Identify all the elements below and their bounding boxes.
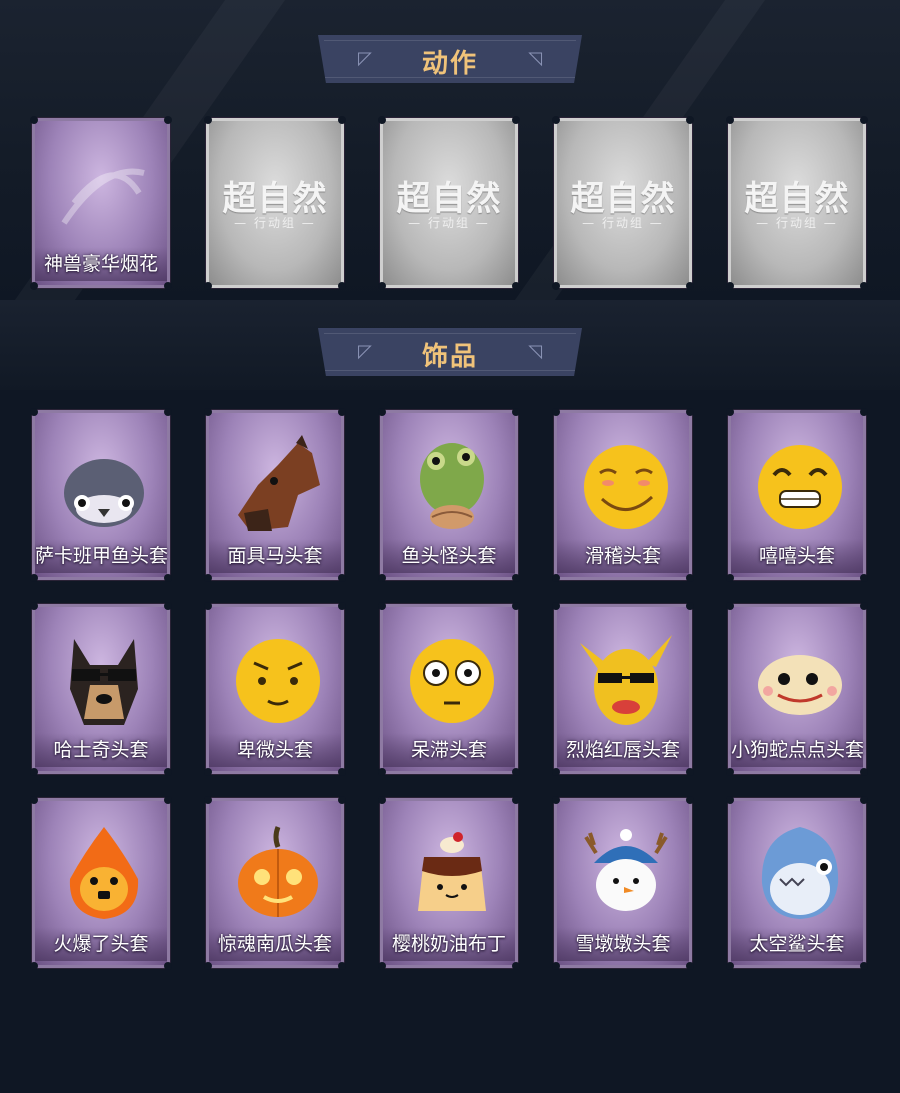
locked-subtitle: — 行动组 — bbox=[582, 216, 664, 230]
card-label: 火爆了头套 bbox=[35, 927, 167, 961]
pumpkin-head-icon bbox=[238, 826, 318, 917]
card-label: 哈士奇头套 bbox=[35, 733, 167, 767]
snake-head-icon bbox=[758, 655, 842, 715]
card-label: 烈焰红唇头套 bbox=[557, 733, 689, 767]
banner-ornament-icon: ◸ bbox=[358, 341, 372, 362]
dog-head-icon bbox=[70, 639, 138, 725]
section-banner-actions: ◸ 动作 ◹ bbox=[318, 35, 582, 83]
fire-spirit-icon bbox=[69, 827, 139, 919]
accessory-card[interactable]: 火爆了头套 bbox=[30, 796, 172, 970]
stare-face-icon bbox=[410, 639, 494, 723]
card-label: 神兽豪华烟花 bbox=[35, 247, 167, 281]
locked-logo: 超自然 bbox=[570, 179, 676, 219]
action-card[interactable]: 神兽豪华烟花 bbox=[30, 116, 172, 290]
accessory-card[interactable]: 鱼头怪头套 bbox=[378, 408, 520, 582]
locked-card[interactable]: 超自然 — 行动组 — bbox=[726, 116, 868, 290]
banner-ornament-icon: ◹ bbox=[528, 341, 542, 362]
card-label: 卑微头套 bbox=[209, 733, 341, 767]
pudding-head-icon bbox=[418, 832, 486, 911]
card-label: 嘻嘻头套 bbox=[731, 539, 863, 573]
locked-logo: 超自然 bbox=[396, 179, 502, 219]
accessory-card[interactable]: 惊魂南瓜头套 bbox=[204, 796, 346, 970]
locked-subtitle: — 行动组 — bbox=[408, 216, 490, 230]
accessory-card[interactable]: 小狗蛇点点头套 bbox=[726, 602, 868, 776]
accessory-card[interactable]: 雪墩墩头套 bbox=[552, 796, 694, 970]
accessory-card[interactable]: 樱桃奶油布丁 bbox=[378, 796, 520, 970]
fish-monster-icon bbox=[420, 443, 484, 529]
card-label: 雪墩墩头套 bbox=[557, 927, 689, 961]
banner-ornament-icon: ◸ bbox=[358, 48, 372, 69]
card-label: 樱桃奶油布丁 bbox=[383, 927, 515, 961]
card-label: 面具马头套 bbox=[209, 539, 341, 573]
card-label: 惊魂南瓜头套 bbox=[209, 927, 341, 961]
fish-head-icon bbox=[64, 459, 144, 527]
accessory-card[interactable]: 嘻嘻头套 bbox=[726, 408, 868, 582]
accessory-card[interactable]: 呆滞头套 bbox=[378, 602, 520, 776]
card-label: 萨卡班甲鱼头套 bbox=[35, 539, 168, 573]
snowman-head-icon bbox=[584, 829, 668, 911]
accessory-card[interactable]: 烈焰红唇头套 bbox=[552, 602, 694, 776]
smirk-face-icon bbox=[584, 445, 668, 529]
firework-card-icon bbox=[61, 168, 145, 225]
pikachu-head-icon bbox=[580, 635, 672, 725]
card-label: 呆滞头套 bbox=[383, 733, 515, 767]
accessory-card[interactable]: 哈士奇头套 bbox=[30, 602, 172, 776]
accessory-card[interactable]: 卑微头套 bbox=[204, 602, 346, 776]
accessory-card[interactable]: 萨卡班甲鱼头套 bbox=[30, 408, 172, 582]
banner-ornament-icon: ◹ bbox=[528, 48, 542, 69]
accessory-card[interactable]: 太空鲨头套 bbox=[726, 796, 868, 970]
locked-card[interactable]: 超自然 — 行动组 — bbox=[552, 116, 694, 290]
locked-subtitle: — 行动组 — bbox=[756, 216, 838, 230]
accessory-card[interactable]: 滑稽头套 bbox=[552, 408, 694, 582]
accessory-card[interactable]: 面具马头套 bbox=[204, 408, 346, 582]
locked-logo: 超自然 bbox=[744, 179, 850, 219]
section-title: 动作 bbox=[421, 49, 478, 79]
card-label: 滑稽头套 bbox=[557, 539, 689, 573]
shark-head-icon bbox=[761, 827, 839, 919]
card-label: 小狗蛇点点头套 bbox=[731, 733, 864, 767]
shy-face-icon bbox=[236, 639, 320, 723]
card-label: 太空鲨头套 bbox=[731, 927, 863, 961]
grin-face-icon bbox=[758, 445, 842, 529]
section-banner-accessories: ◸ 饰品 ◹ bbox=[318, 328, 582, 376]
card-label: 鱼头怪头套 bbox=[383, 539, 515, 573]
section-title: 饰品 bbox=[421, 342, 478, 372]
locked-logo: 超自然 bbox=[222, 179, 328, 219]
horse-head-icon bbox=[238, 435, 320, 531]
locked-card[interactable]: 超自然 — 行动组 — bbox=[378, 116, 520, 290]
locked-subtitle: — 行动组 — bbox=[234, 216, 316, 230]
locked-card[interactable]: 超自然 — 行动组 — bbox=[204, 116, 346, 290]
